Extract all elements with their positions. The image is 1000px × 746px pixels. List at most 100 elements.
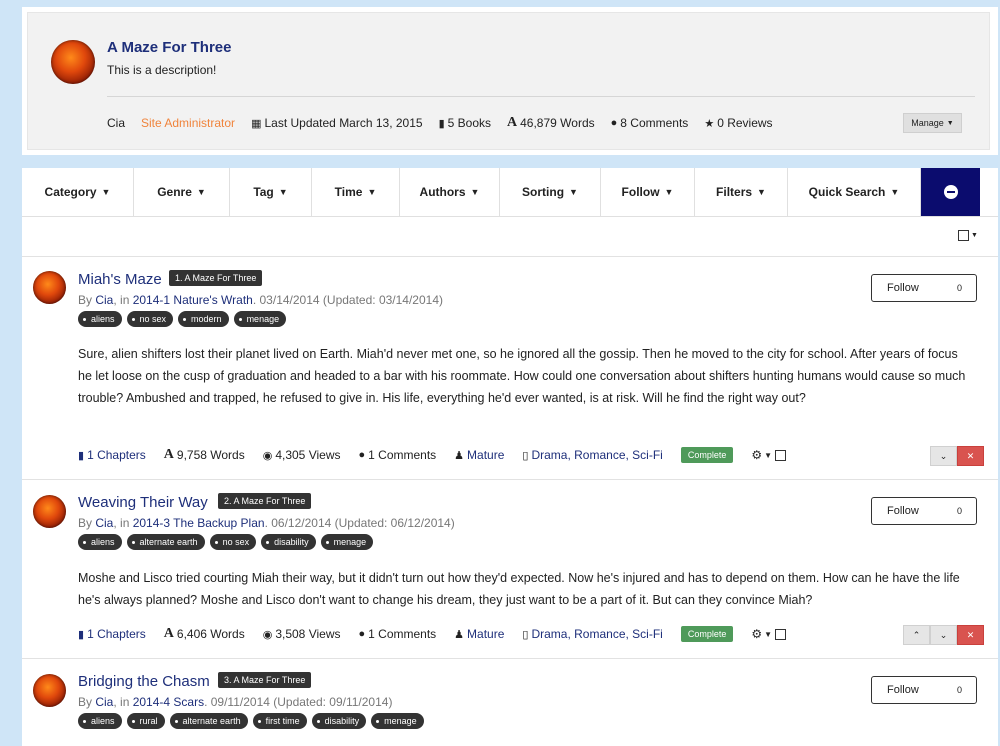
tag[interactable]: rural — [126, 713, 165, 729]
byline: By Cia, in 2014-4 Scars. 09/11/2014 (Upd… — [78, 695, 393, 709]
nav-genre[interactable]: Genre ▼ — [134, 168, 230, 216]
gear-icon[interactable]: ⚙ — [751, 448, 762, 462]
story-list-panel: Category ▼ Genre ▼ Tag ▼ Time ▼ Authors ▼ Sor… — [22, 168, 998, 746]
checkbox-icon — [958, 230, 969, 241]
author-link[interactable]: Cia — [95, 695, 113, 709]
rating-link[interactable]: ♟ Mature — [454, 627, 504, 641]
series-badge[interactable]: 3. A Maze For Three — [218, 672, 312, 688]
select-all-toggle[interactable]: ▼ — [958, 230, 978, 241]
book-icon: ▮ — [78, 628, 85, 641]
tag[interactable]: no sex — [209, 534, 257, 550]
tag[interactable]: disability — [261, 534, 316, 550]
tag[interactable]: alternate earth — [169, 713, 248, 729]
chevron-down-icon: ⌄ — [939, 629, 948, 640]
nav-time[interactable]: Time ▼ — [312, 168, 400, 216]
divider — [107, 96, 975, 97]
story-avatar — [33, 674, 66, 707]
move-up-button[interactable]: ⌃ — [903, 625, 930, 645]
follow-button[interactable]: Follow 0 — [871, 274, 977, 302]
filter-nav: Category ▼ Genre ▼ Tag ▼ Time ▼ Authors ▼ Sor… — [22, 168, 998, 217]
story-meta: ▮ 1 Chapters A 6,406 Words ◉ 3,508 Views ● 1… — [78, 626, 787, 642]
nav-authors[interactable]: Authors ▼ — [400, 168, 500, 216]
author-link[interactable]: Cia — [95, 516, 113, 530]
nav-filters[interactable]: Filters ▼ — [695, 168, 788, 216]
manage-button[interactable]: Manage ▼ — [903, 113, 962, 133]
story-avatar — [33, 495, 66, 528]
tag[interactable]: menage — [320, 534, 374, 550]
move-down-button[interactable]: ⌄ — [930, 446, 957, 466]
caret-down-icon: ▼ — [367, 187, 377, 197]
nav-tag[interactable]: Tag ▼ — [230, 168, 312, 216]
chevron-up-icon: ⌃ — [912, 629, 921, 640]
comment-count[interactable]: ● 1 Comments — [358, 627, 436, 641]
rating-link[interactable]: ♟ Mature — [454, 448, 504, 462]
story-checkbox[interactable] — [775, 628, 787, 640]
tag-list: aliens alternate earth no sex disability… — [78, 534, 378, 550]
collapse-button[interactable] — [921, 168, 980, 216]
story-checkbox[interactable] — [775, 449, 787, 461]
tag[interactable]: disability — [311, 713, 367, 729]
collection-link[interactable]: 2014-4 Scars — [133, 695, 204, 709]
caret-down-icon: ▼ — [890, 187, 900, 197]
series-header: A Maze For Three This is a description! … — [27, 12, 990, 150]
tag[interactable]: aliens — [78, 534, 122, 550]
gear-icon[interactable]: ⚙ — [751, 627, 762, 641]
caret-down-icon: ▼ — [946, 119, 954, 127]
caret-down-icon: ▼ — [278, 187, 288, 197]
follow-button[interactable]: Follow 0 — [871, 497, 977, 525]
chapters-link[interactable]: ▮ 1 Chapters — [78, 627, 146, 641]
story-summary: Sure, alien shifters lost their planet l… — [78, 347, 966, 405]
caret-down-icon[interactable]: ▼ — [764, 630, 772, 639]
tag[interactable]: modern — [178, 311, 229, 327]
nav-quick-search[interactable]: Quick Search ▼ — [788, 168, 921, 216]
tag[interactable]: aliens — [78, 713, 122, 729]
words-count: A 46,879 Words — [507, 115, 595, 130]
tag[interactable]: menage — [233, 311, 287, 327]
author-link[interactable]: Cia — [95, 293, 113, 307]
caret-down-icon: ▼ — [569, 187, 578, 197]
chapters-link[interactable]: ▮ 1 Chapters — [78, 448, 146, 462]
tag[interactable]: no sex — [126, 311, 174, 327]
story-controls: ⌄ ✕ — [930, 446, 984, 466]
nav-sorting[interactable]: Sorting ▼ — [500, 168, 601, 216]
tag[interactable]: alternate earth — [126, 534, 205, 550]
caret-down-icon: ▼ — [971, 232, 978, 239]
remove-button[interactable]: ✕ — [957, 446, 984, 466]
caret-down-icon: ▼ — [664, 187, 674, 197]
star-icon: ★ — [704, 117, 715, 130]
user-icon: ♟ — [454, 628, 465, 641]
reviews-count: ★ 0 Reviews — [704, 116, 773, 130]
tag[interactable]: first time — [252, 713, 307, 729]
series-badge[interactable]: 1. A Maze For Three — [169, 270, 263, 286]
font-icon: A — [163, 626, 174, 641]
follow-button[interactable]: Follow 0 — [871, 676, 977, 704]
view-count: ◉ 3,508 Views — [262, 627, 341, 641]
view-count: ◉ 4,305 Views — [262, 448, 341, 462]
user-icon: ♟ — [454, 449, 465, 462]
story-title[interactable]: Miah's Maze — [78, 271, 162, 288]
eye-icon: ◉ — [262, 628, 273, 641]
collection-link[interactable]: 2014-3 The Backup Plan — [133, 516, 265, 530]
tag[interactable]: menage — [371, 713, 424, 729]
story-title[interactable]: Bridging the Chasm — [78, 673, 210, 690]
series-title[interactable]: A Maze For Three — [107, 39, 231, 56]
series-avatar — [51, 40, 95, 84]
file-icon: ▯ — [522, 449, 529, 462]
remove-button[interactable]: ✕ — [957, 625, 984, 645]
series-author[interactable]: Cia — [107, 116, 125, 130]
caret-down-icon[interactable]: ▼ — [764, 451, 772, 460]
story-title[interactable]: Weaving Their Way — [78, 494, 208, 511]
nav-category[interactable]: Category ▼ — [22, 168, 134, 216]
tag[interactable]: aliens — [78, 311, 122, 327]
genres-link[interactable]: ▯ Drama, Romance, Sci-Fi — [522, 448, 662, 462]
caret-down-icon: ▼ — [101, 187, 111, 197]
nav-follow[interactable]: Follow ▼ — [601, 168, 695, 216]
genres-link[interactable]: ▯ Drama, Romance, Sci-Fi — [522, 627, 662, 641]
close-icon: ✕ — [966, 450, 975, 461]
collection-link[interactable]: 2014-1 Nature's Wrath — [133, 293, 253, 307]
series-badge[interactable]: 2. A Maze For Three — [218, 493, 312, 509]
list-toolbar: ▼ — [22, 216, 998, 257]
move-down-button[interactable]: ⌄ — [930, 625, 957, 645]
comment-count[interactable]: ● 1 Comments — [358, 448, 436, 462]
story-summary: Moshe and Lisco tried courting Miah thei… — [78, 571, 960, 607]
